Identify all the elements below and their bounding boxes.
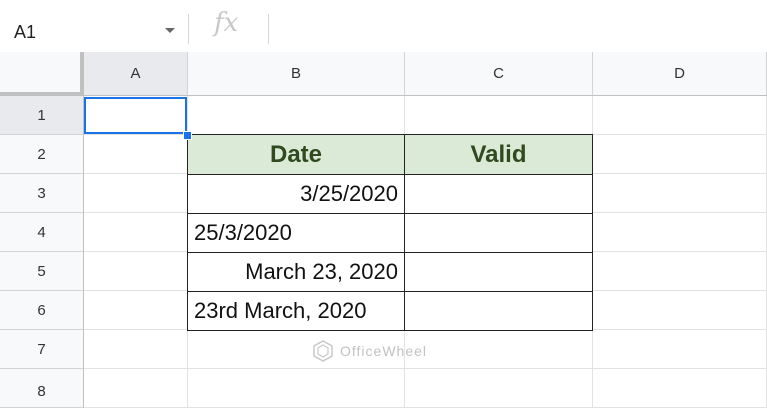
cell-d2[interactable] (593, 135, 767, 174)
row-header-4[interactable]: 4 (0, 213, 84, 252)
row-header-6[interactable]: 6 (0, 291, 84, 330)
date-cell-b3[interactable]: 3/25/2020 (187, 174, 405, 214)
date-cell-b5[interactable]: March 23, 2020 (187, 252, 405, 292)
cell-a6[interactable] (84, 291, 188, 330)
watermark-text: OfficeWheel (340, 343, 427, 359)
officewheel-logo-icon (313, 340, 333, 362)
cell-c1[interactable] (405, 96, 593, 135)
cell-a3[interactable] (84, 174, 188, 213)
watermark: OfficeWheel (312, 340, 427, 362)
cell-a7[interactable] (84, 330, 188, 369)
valid-cell-c6[interactable] (404, 291, 593, 331)
date-cell-b6[interactable]: 23rd March, 2020 (187, 291, 405, 331)
row-header-2[interactable]: 2 (0, 135, 84, 174)
cell-d5[interactable] (593, 252, 767, 291)
row-header-3[interactable]: 3 (0, 174, 84, 213)
table-header-date[interactable]: Date (187, 134, 405, 175)
select-all-corner[interactable] (0, 52, 84, 96)
column-header-c[interactable]: C (405, 52, 593, 96)
table-header-valid[interactable]: Valid (404, 134, 593, 175)
name-box-value: A1 (14, 22, 37, 42)
cell-d3[interactable] (593, 174, 767, 213)
name-box[interactable]: A1 (0, 14, 185, 48)
cell-b8[interactable] (188, 369, 405, 408)
date-cell-b4[interactable]: 25/3/2020 (187, 213, 405, 253)
cell-d6[interactable] (593, 291, 767, 330)
column-header-d[interactable]: D (593, 52, 767, 96)
spreadsheet-grid: A B C D 1 2 3 4 5 6 7 8 Date Valid 3/25/… (0, 52, 767, 408)
formula-bar-divider (188, 14, 189, 44)
cell-d1[interactable] (593, 96, 767, 135)
cell-a2[interactable] (84, 135, 188, 174)
cell-c7[interactable] (405, 330, 593, 369)
row-header-7[interactable]: 7 (0, 330, 84, 369)
valid-cell-c4[interactable] (404, 213, 593, 253)
column-header-a[interactable]: A (84, 52, 188, 96)
fx-icon: fx (214, 8, 239, 38)
formula-input[interactable] (280, 14, 750, 44)
cell-d7[interactable] (593, 330, 767, 369)
active-cell-selection (84, 97, 187, 134)
cell-a8[interactable] (84, 369, 188, 408)
cell-d8[interactable] (593, 369, 767, 408)
column-header-b[interactable]: B (188, 52, 405, 96)
row-header-5[interactable]: 5 (0, 252, 84, 291)
cell-a4[interactable] (84, 213, 188, 252)
row-header-1[interactable]: 1 (0, 96, 84, 135)
chevron-down-icon[interactable] (165, 28, 175, 33)
valid-cell-c3[interactable] (404, 174, 593, 214)
cell-c8[interactable] (405, 369, 593, 408)
fill-handle[interactable] (183, 131, 192, 140)
cell-b1[interactable] (188, 96, 405, 135)
cell-a5[interactable] (84, 252, 188, 291)
valid-cell-c5[interactable] (404, 252, 593, 292)
formula-bar-divider (268, 14, 269, 44)
row-header-8[interactable]: 8 (0, 369, 84, 408)
cell-d4[interactable] (593, 213, 767, 252)
formula-bar: A1 fx (0, 0, 767, 53)
